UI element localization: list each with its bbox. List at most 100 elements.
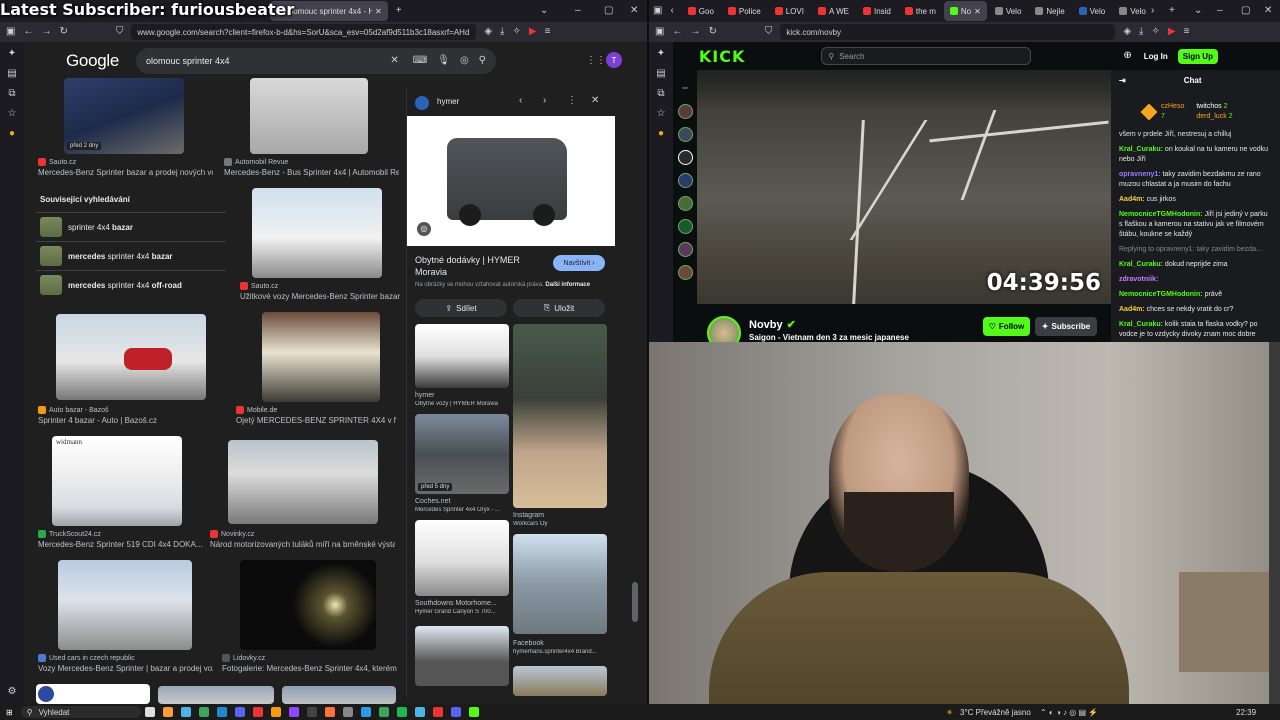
shield-icon[interactable]: ⛉ bbox=[765, 27, 773, 37]
history-icon[interactable]: ▤ bbox=[7, 68, 16, 79]
app-icon[interactable] bbox=[270, 707, 281, 717]
related-item-1[interactable]: sprinter 4x4 bazar bbox=[36, 212, 226, 241]
result-image-12[interactable] bbox=[282, 686, 396, 704]
channel-avatar[interactable] bbox=[677, 173, 693, 188]
result-title-2[interactable]: Mercedes-Benz - Bus Sprinter 4x4 | Autom… bbox=[224, 168, 399, 177]
maximize-icon[interactable]: ▢ bbox=[1241, 6, 1250, 16]
related-item-2[interactable]: mercedes sprinter 4x4 bazar bbox=[36, 241, 226, 270]
edge-icon[interactable] bbox=[180, 707, 191, 717]
bookmarks-icon[interactable]: ⧉ bbox=[8, 88, 15, 99]
result-image-2[interactable] bbox=[250, 78, 368, 154]
grid-title-5[interactable]: hymerhans.sprinter4x4 Brand... bbox=[513, 649, 607, 655]
result-source-4[interactable]: Auto bazar - Bazoš bbox=[38, 406, 109, 414]
result-image-7[interactable] bbox=[228, 440, 378, 524]
chat-username[interactable]: Aad4m: bbox=[1119, 306, 1145, 313]
result-image-6[interactable]: widmann bbox=[52, 436, 182, 526]
channel-name[interactable]: Novby bbox=[749, 319, 783, 331]
channel-avatar[interactable] bbox=[677, 242, 693, 257]
video-player[interactable]: 04:39:56 bbox=[697, 70, 1111, 304]
tab-10[interactable]: Velo bbox=[1073, 1, 1112, 21]
kick-logo[interactable]: KICK bbox=[699, 47, 746, 66]
expand-sidebar-icon[interactable]: ⇔ bbox=[681, 82, 690, 92]
sidebar-toggle-icon[interactable]: ▣ bbox=[655, 27, 664, 37]
back-icon[interactable]: ← bbox=[23, 27, 33, 37]
grid-image-1[interactable] bbox=[415, 324, 509, 388]
save-button[interactable]: ⎘ Uložit bbox=[513, 299, 605, 317]
youtube-icon[interactable]: ▶ bbox=[1168, 27, 1176, 37]
tab-3[interactable]: LOVI bbox=[769, 1, 810, 21]
chat-username[interactable]: zdravotniik: bbox=[1119, 276, 1158, 283]
account-avatar[interactable]: T bbox=[606, 52, 622, 68]
taskbar-search[interactable]: ⚲ Vyhledat bbox=[20, 706, 141, 718]
more-info-link[interactable]: Další informace bbox=[545, 282, 590, 288]
grid-image-6[interactable] bbox=[415, 626, 509, 686]
weather-text[interactable]: 3°C Převážně jasno bbox=[960, 708, 1031, 717]
tab-8[interactable]: Velo bbox=[989, 1, 1028, 21]
chat-username[interactable]: Aad4m: bbox=[1119, 196, 1145, 203]
grid-title-4[interactable]: Hymer Grand Canyon S 700... bbox=[415, 609, 511, 615]
apps-icon[interactable]: ⋮⋮ bbox=[586, 56, 606, 66]
close-window-icon[interactable]: ✕ bbox=[630, 6, 638, 16]
firefox-icon[interactable] bbox=[324, 707, 335, 717]
channel-avatar[interactable] bbox=[677, 150, 693, 165]
keyboard-icon[interactable]: ⌨ bbox=[413, 56, 427, 66]
grid-image-3[interactable]: před 5 dny bbox=[415, 414, 509, 494]
result-source-8[interactable]: Used cars in czech republic bbox=[38, 654, 135, 662]
chat-username[interactable]: Kral_Curaku: bbox=[1119, 261, 1163, 268]
download-icon[interactable]: ⤓ bbox=[1139, 27, 1143, 37]
history-icon[interactable]: ▤ bbox=[656, 68, 665, 79]
result-title-8[interactable]: Vozy Mercedes-Benz Sprinter | bazar a pr… bbox=[38, 664, 213, 673]
tab-5[interactable]: Insid bbox=[857, 1, 897, 21]
result-title-5[interactable]: Ojetý MERCEDES-BENZ SPRINTER 4X4 v Ně... bbox=[236, 416, 396, 425]
result-title-6[interactable]: Mercedes-Benz Sprinter 519 CDI 4x4 DOKA.… bbox=[38, 540, 213, 549]
next-icon[interactable]: › bbox=[543, 96, 546, 106]
discord-icon[interactable] bbox=[234, 707, 245, 717]
app-icon[interactable] bbox=[378, 707, 389, 717]
chat-username[interactable]: NemocniceTGMHodonin: bbox=[1119, 211, 1203, 218]
grid-source-4[interactable]: Southdowns Motorhome... bbox=[415, 600, 497, 607]
panel-main-image[interactable]: ◎ bbox=[407, 116, 615, 246]
minimize-icon[interactable]: – bbox=[1217, 6, 1223, 16]
address-bar[interactable]: kick.com/novby bbox=[780, 24, 1116, 40]
tab-6[interactable]: the m bbox=[899, 1, 942, 21]
result-image-5[interactable] bbox=[262, 312, 380, 402]
result-source-5[interactable]: Mobile.de bbox=[236, 406, 277, 414]
tab-4[interactable]: A WE bbox=[812, 1, 855, 21]
pocket-icon[interactable]: ◈ bbox=[484, 27, 492, 37]
grid-source-1[interactable]: hymer bbox=[415, 392, 434, 399]
close-panel-icon[interactable]: ✕ bbox=[591, 96, 599, 106]
search-box[interactable]: olomouc sprinter 4x4 ✕ ⌨ 🎙 ◎ ⚲ bbox=[136, 48, 496, 74]
pocket-icon[interactable]: ◈ bbox=[1123, 27, 1131, 37]
panel-brand[interactable]: hymer bbox=[437, 97, 459, 106]
result-image-8[interactable] bbox=[58, 560, 192, 650]
globe-icon[interactable]: ⊕ bbox=[1123, 51, 1131, 61]
grid-title-3[interactable]: Workcars Oy bbox=[513, 521, 607, 527]
chat-username[interactable]: opravneny1: bbox=[1119, 171, 1161, 178]
channel-avatar[interactable] bbox=[677, 127, 693, 142]
channel-avatar[interactable] bbox=[677, 265, 693, 280]
tab-list-icon[interactable]: ⌄ bbox=[540, 6, 548, 16]
result-source-2[interactable]: Automobil Revue bbox=[224, 158, 288, 166]
grid-image-5[interactable] bbox=[513, 534, 607, 634]
forward-icon[interactable]: → bbox=[690, 27, 700, 37]
follow-button[interactable]: ♡ Follow bbox=[983, 317, 1030, 336]
app-icon[interactable] bbox=[252, 707, 263, 717]
signup-button[interactable]: Sign Up bbox=[1177, 48, 1218, 64]
grid-source-2[interactable]: Coches.net bbox=[415, 498, 450, 505]
clock[interactable]: 22:39 bbox=[1236, 708, 1256, 717]
channel-avatar[interactable] bbox=[677, 219, 693, 234]
grid-title-1[interactable]: Obytné vozy | HYMER Moravia bbox=[415, 401, 511, 407]
related-item-3[interactable]: mercedes sprinter 4x4 off-road bbox=[36, 270, 226, 299]
result-source-9[interactable]: Lidovky.cz bbox=[222, 654, 265, 662]
maximize-icon[interactable]: ▢ bbox=[604, 6, 613, 16]
result-source-1[interactable]: Sauto.cz bbox=[38, 158, 76, 166]
app-icon[interactable] bbox=[432, 707, 443, 717]
chat-username[interactable]: Kral_Curaku: bbox=[1119, 146, 1163, 153]
grid-image-4[interactable] bbox=[415, 520, 509, 596]
app-icon[interactable] bbox=[360, 707, 371, 717]
ai-icon[interactable]: ✦ bbox=[8, 48, 16, 59]
new-tab-icon[interactable]: + bbox=[1169, 6, 1175, 16]
close-tab-icon[interactable]: ✕ bbox=[974, 7, 981, 16]
files-icon[interactable] bbox=[162, 707, 173, 717]
new-tab-icon[interactable]: + bbox=[396, 6, 402, 16]
